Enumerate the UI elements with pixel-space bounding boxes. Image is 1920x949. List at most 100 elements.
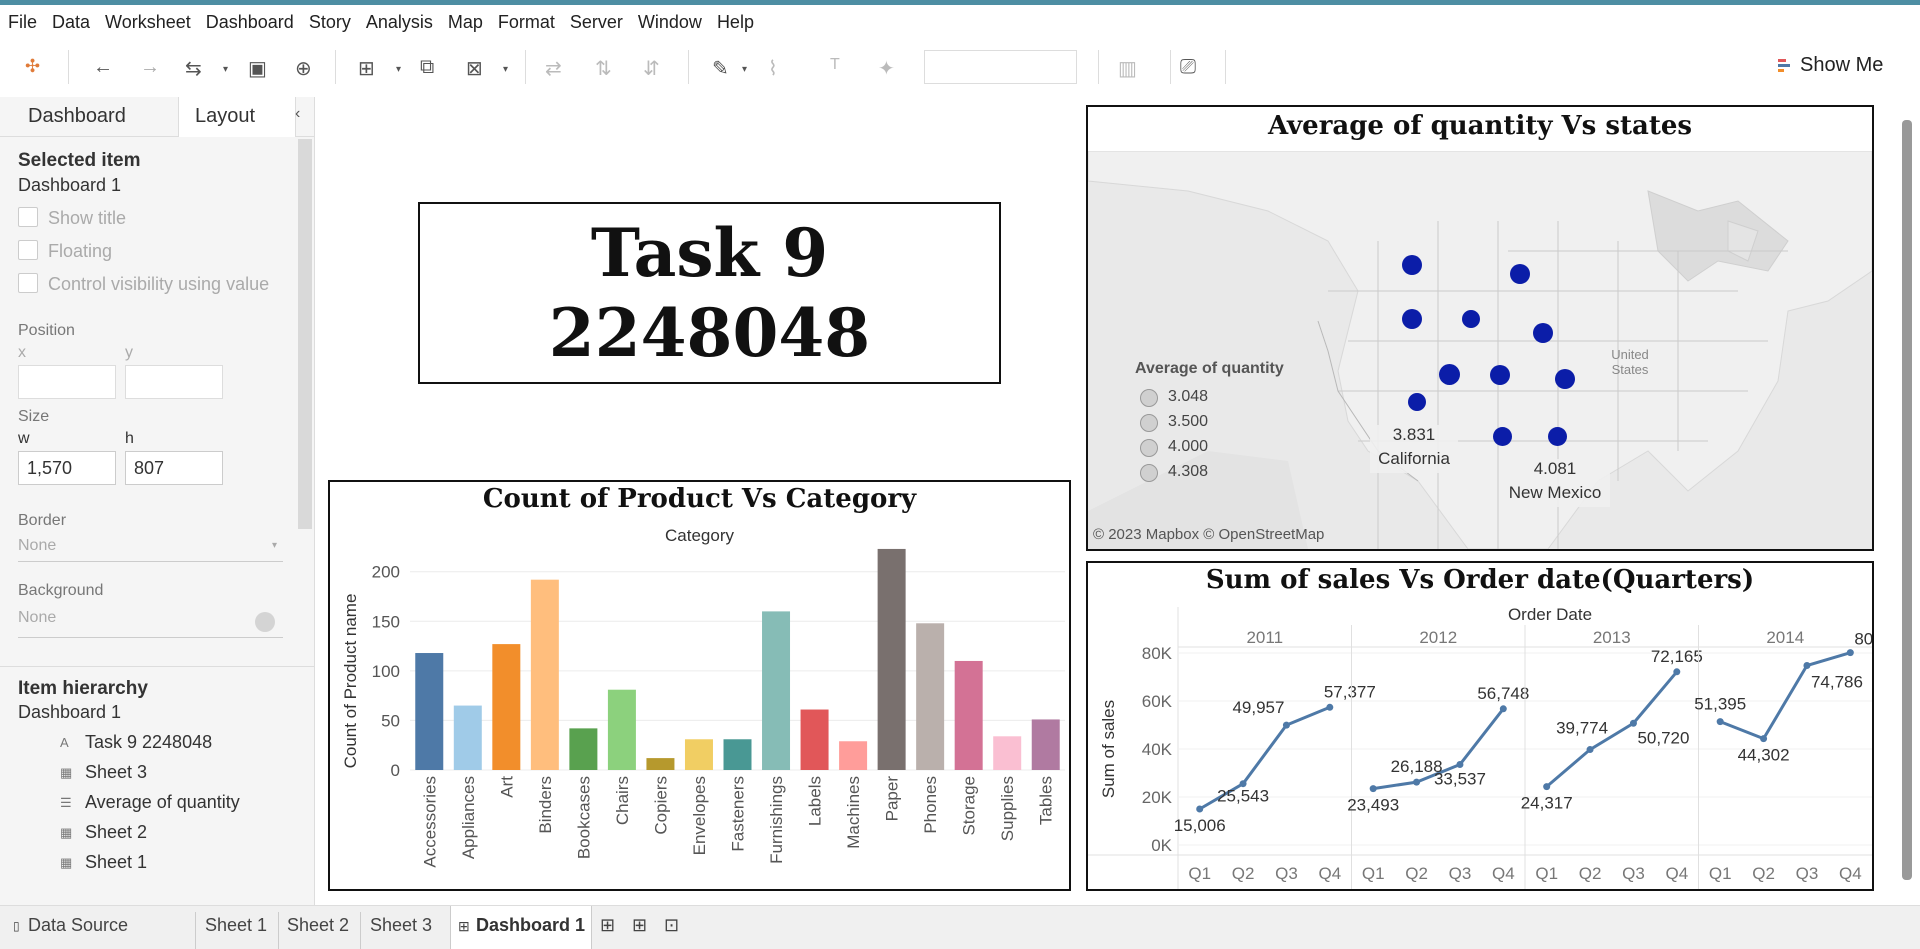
data-label: 44,302 (1738, 746, 1790, 765)
presentation-icon[interactable]: ⎚ (1180, 56, 1196, 79)
tab-layout[interactable]: Layout (195, 105, 255, 128)
undo-icon[interactable]: ← (93, 56, 113, 79)
panel-tabs: Dashboard Layout ‹ (0, 97, 315, 137)
new-story-icon[interactable]: ⊡ (664, 915, 679, 936)
map-sheet[interactable]: Average of quantity Vs states Average of… (1086, 105, 1874, 551)
tableau-logo-icon[interactable]: ✣ (25, 56, 40, 77)
chevron-down-icon[interactable]: ▾ (223, 64, 228, 75)
state-dot[interactable] (1462, 310, 1480, 328)
save-icon[interactable]: ▣ (248, 56, 267, 81)
redo-icon[interactable]: → (140, 56, 160, 79)
data-label: 50,720 (1637, 728, 1689, 747)
duplicate-sheet-icon[interactable]: ⧉ (420, 56, 434, 79)
year-header: 2012 (1419, 628, 1457, 647)
map-svg[interactable] (1088, 150, 1872, 549)
dashboard-title-line2: 2248048 (548, 294, 871, 372)
menu-format[interactable]: Format (498, 12, 555, 33)
show-title-checkbox[interactable] (18, 207, 38, 227)
tab-sheet-2[interactable]: Sheet 2 (287, 915, 349, 936)
menu-server[interactable]: Server (570, 12, 623, 33)
quarter-label: Q4 (1318, 864, 1341, 883)
fit-dropdown[interactable] (924, 50, 1077, 84)
x-tick-label: Labels (806, 776, 825, 826)
title-text-object[interactable]: Task 9 2248048 (418, 202, 1001, 384)
state-dot[interactable] (1402, 309, 1422, 329)
y-input[interactable] (125, 365, 223, 399)
show-me-button[interactable]: Show Me (1800, 54, 1883, 77)
state-dot[interactable] (1493, 427, 1512, 446)
pin-icon[interactable]: ✦ (878, 56, 895, 81)
menu-window[interactable]: Window (638, 12, 702, 33)
bar-chart-svg[interactable]: 0 50 100 150 200 Count of Product name Accesso… (330, 482, 1069, 889)
data-label: 24,317 (1521, 794, 1573, 813)
hierarchy-item[interactable]: Task 9 2248048 (85, 732, 212, 753)
sort-descending-icon[interactable]: ⇵ (643, 56, 660, 81)
map-label-newmexico-name: New Mexico (1508, 483, 1602, 502)
menu-help[interactable]: Help (717, 12, 754, 33)
x-tick-label: Machines (844, 776, 863, 849)
clear-sheet-icon[interactable]: ⊠ (466, 56, 483, 81)
new-worksheet-icon[interactable]: ⊞ (600, 915, 615, 936)
bar-chart-icon[interactable]: ▥ (1118, 56, 1137, 81)
border-select[interactable]: None (18, 537, 56, 555)
map-label-california-name: California (1378, 449, 1450, 468)
bar-chart-sheet[interactable]: Count of Product Vs Category Category 05… (328, 480, 1071, 891)
state-dot[interactable] (1402, 255, 1422, 275)
hierarchy-item[interactable]: Average of quantity (85, 792, 240, 813)
tab-sheet-1[interactable]: Sheet 1 (205, 915, 267, 936)
new-sheet-icon[interactable]: ⊞ (358, 56, 375, 81)
line-chart-sheet[interactable]: Sum of sales Vs Order date(Quarters) Ord… (1086, 561, 1874, 891)
menu-data[interactable]: Data (52, 12, 90, 33)
state-dot[interactable] (1555, 369, 1575, 389)
state-dot[interactable] (1408, 393, 1426, 411)
control-visibility-checkbox[interactable] (18, 273, 38, 293)
add-datasource-icon[interactable]: ⊕ (295, 56, 312, 81)
menu-file[interactable]: File (8, 12, 37, 33)
hierarchy-root[interactable]: Dashboard 1 (18, 702, 121, 723)
canvas-vertical-scrollbar[interactable] (1902, 120, 1912, 880)
chevron-down-icon[interactable]: ▾ (503, 64, 508, 75)
background-color-swatch[interactable] (255, 612, 275, 632)
state-dot[interactable] (1510, 264, 1530, 284)
data-point (1716, 718, 1724, 726)
quarter-label: Q1 (1362, 864, 1385, 883)
line-chart-svg[interactable]: 0K 20K 40K 60K 80K Sum of sales 2011 Q1 Q2 Q3 Q4 15… (1088, 563, 1872, 889)
background-select[interactable]: None (18, 609, 56, 627)
text-label-icon[interactable]: T (830, 56, 840, 74)
hierarchy-item[interactable]: Sheet 1 (85, 852, 147, 873)
swap-icon[interactable]: ⇄ (545, 56, 562, 81)
quarter-label: Q3 (1622, 864, 1645, 883)
collapse-panel-icon[interactable]: ‹ (295, 105, 300, 123)
attach-icon[interactable]: ⌇ (768, 56, 778, 81)
menu-story[interactable]: Story (309, 12, 351, 33)
new-dashboard-icon[interactable]: ⊞ (632, 915, 647, 936)
chevron-down-icon[interactable]: ▾ (742, 64, 747, 75)
menu-worksheet[interactable]: Worksheet (105, 12, 191, 33)
menu-analysis[interactable]: Analysis (366, 12, 433, 33)
map-area[interactable] (1088, 150, 1872, 549)
hierarchy-item[interactable]: Sheet 3 (85, 762, 147, 783)
chevron-down-icon[interactable]: ▾ (396, 64, 401, 75)
sort-ascending-icon[interactable]: ⇅ (595, 56, 612, 81)
highlight-icon[interactable]: ✎ (712, 56, 729, 81)
width-input[interactable]: 1,570 (18, 451, 116, 485)
y-tick-label: 20K (1142, 788, 1173, 807)
state-dot[interactable] (1533, 323, 1553, 343)
menu-map[interactable]: Map (448, 12, 483, 33)
floating-checkbox[interactable] (18, 240, 38, 260)
panel-scrollbar[interactable] (298, 139, 312, 529)
state-dot[interactable] (1439, 364, 1460, 385)
height-input[interactable]: 807 (125, 451, 223, 485)
text-object-icon: A (60, 735, 69, 750)
state-dot[interactable] (1548, 427, 1567, 446)
tab-sheet-3[interactable]: Sheet 3 (370, 915, 432, 936)
hierarchy-item[interactable]: Sheet 2 (85, 822, 147, 843)
menu-dashboard[interactable]: Dashboard (206, 12, 294, 33)
tab-data-source[interactable]: Data Source (28, 915, 128, 936)
state-dot[interactable] (1490, 365, 1510, 385)
replay-icon[interactable]: ⇆ (185, 56, 202, 81)
tab-dashboard[interactable]: Dashboard (28, 105, 126, 128)
tab-dashboard-1[interactable]: Dashboard 1 (476, 915, 585, 936)
x-input[interactable] (18, 365, 116, 399)
x-tick-label: Supplies (998, 776, 1017, 841)
